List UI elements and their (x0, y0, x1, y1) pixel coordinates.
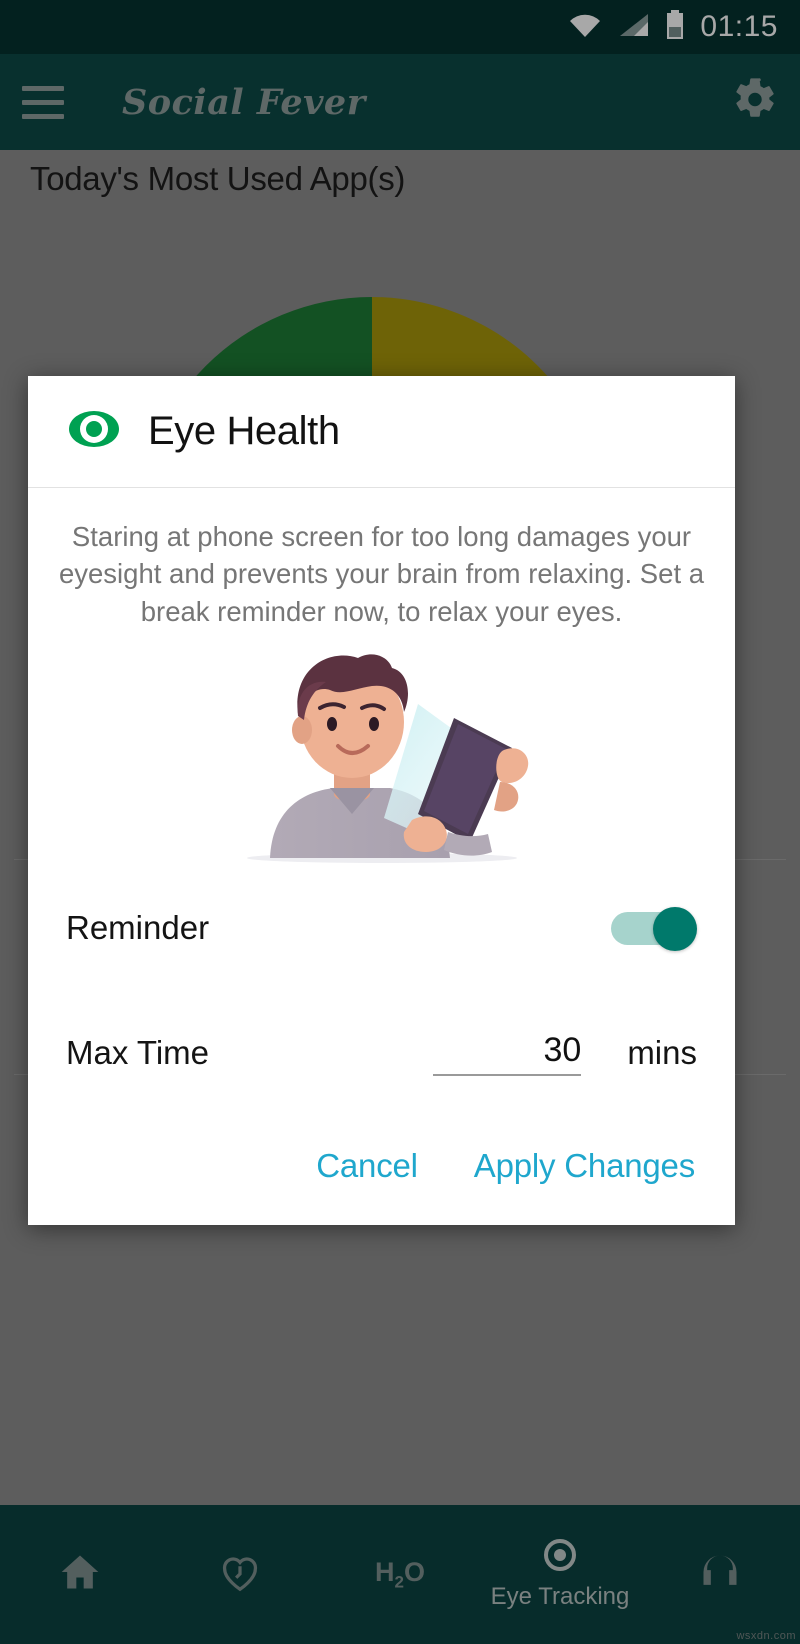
eye-health-dialog: Eye Health Staring at phone screen for t… (28, 376, 735, 1225)
reminder-row: Reminder (28, 868, 735, 988)
cancel-button[interactable]: Cancel (316, 1147, 418, 1185)
dialog-actions: Cancel Apply Changes (28, 1118, 735, 1214)
max-time-input[interactable]: 30 (433, 1031, 582, 1076)
toggle-thumb (653, 907, 697, 952)
boy-reading-tablet-illustration (28, 638, 735, 868)
reminder-toggle[interactable] (611, 907, 697, 952)
max-time-row: Max Time 30 mins (28, 988, 735, 1118)
dialog-header: Eye Health (28, 376, 735, 488)
apply-changes-button[interactable]: Apply Changes (474, 1147, 695, 1185)
dialog-title: Eye Health (148, 409, 340, 453)
eye-icon (66, 408, 122, 455)
phone-screen: 01:15 Social Fever Today's Most Used App… (0, 0, 800, 1644)
reminder-label: Reminder (66, 909, 210, 947)
max-time-units: mins (627, 1034, 697, 1072)
dialog-description: Staring at phone screen for too long dam… (58, 521, 705, 627)
max-time-label: Max Time (66, 1034, 210, 1072)
